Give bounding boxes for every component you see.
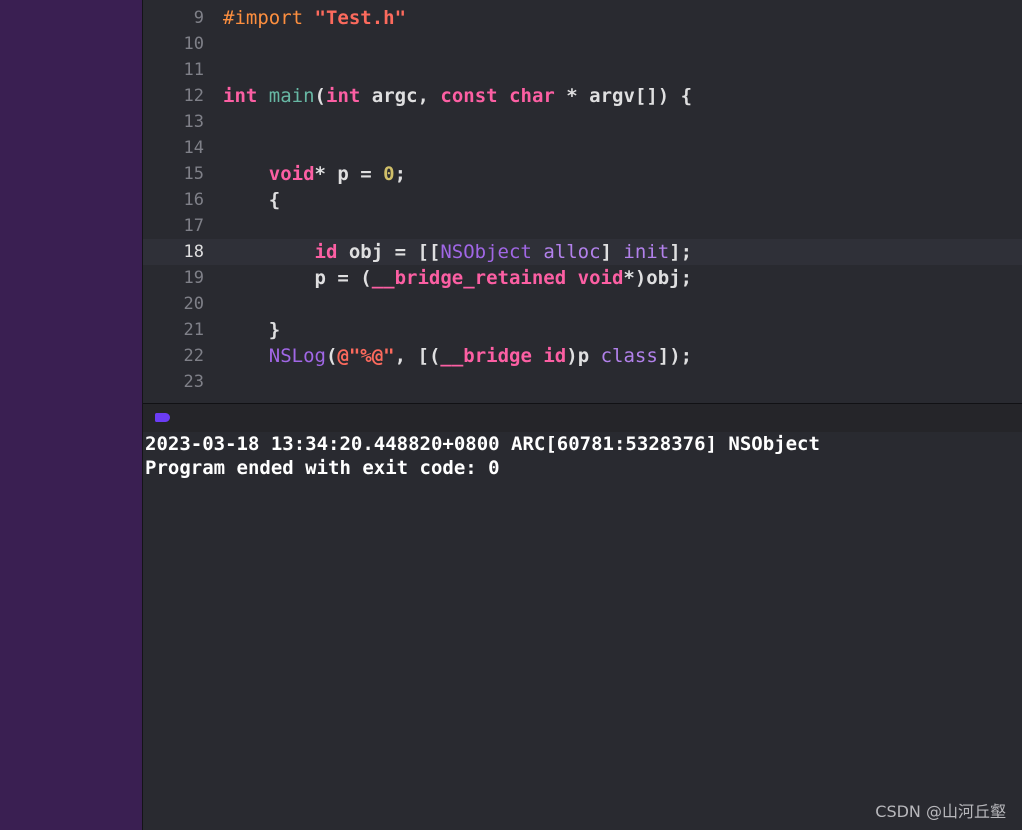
line-number: 11 xyxy=(183,60,204,80)
line-number: 13 xyxy=(183,112,204,132)
code-line-18-current[interactable]: 18 id obj = [[NSObject alloc] init]; xyxy=(143,239,1022,265)
line-number: 19 xyxy=(183,268,204,288)
code-text: } xyxy=(223,319,281,341)
code-line-13[interactable]: 13 xyxy=(143,109,1022,135)
code-text: void* p = 0; xyxy=(268,163,407,185)
code-line-19[interactable]: 19 p = (__bridge_retained void*)obj; xyxy=(143,265,1022,291)
code-line-16[interactable]: 16 { xyxy=(143,187,1022,213)
line-number: 15 xyxy=(183,164,204,184)
code-text: { xyxy=(223,189,281,211)
code-line-11[interactable]: 11 xyxy=(143,57,1022,83)
code-line-22[interactable]: 22 NSLog(@"%@", [(__bridge id)p class]); xyxy=(143,343,1022,369)
code-line-10[interactable]: 10 xyxy=(143,31,1022,57)
line-number: 21 xyxy=(183,320,204,340)
line-number: 16 xyxy=(183,190,204,210)
navigator-sidebar xyxy=(0,0,142,830)
watermark: CSDN @山河丘壑 xyxy=(875,802,1006,821)
code-text: NSLog(@"%@", [(__bridge id)p class]); xyxy=(268,345,693,367)
code-line-9[interactable]: 9 #import "Test.h" xyxy=(143,5,1022,31)
code-line-17[interactable]: 17 xyxy=(143,213,1022,239)
code-text: id obj = [[NSObject alloc] init]; xyxy=(314,241,693,263)
code-editor[interactable]: 9 #import "Test.h" 10 11 12 int main(int… xyxy=(143,0,1022,403)
debug-bar xyxy=(143,403,1022,433)
line-number: 12 xyxy=(183,86,204,106)
code-line-14[interactable]: 14 xyxy=(143,135,1022,161)
code-text: #import "Test.h" xyxy=(223,7,407,29)
console-output[interactable]: 2023-03-18 13:34:20.448820+0800 ARC[6078… xyxy=(143,432,1022,830)
code-line-23[interactable]: 23 xyxy=(143,369,1022,395)
console-line: 2023-03-18 13:34:20.448820+0800 ARC[6078… xyxy=(145,433,820,455)
line-number: 20 xyxy=(183,294,204,314)
line-number: 23 xyxy=(183,372,204,392)
line-number: 18 xyxy=(183,242,204,262)
line-number: 22 xyxy=(183,346,204,366)
code-text: p = (__bridge_retained void*)obj; xyxy=(223,267,693,289)
code-line-12[interactable]: 12 int main(int argc, const char * argv[… xyxy=(143,83,1022,109)
code-line-21[interactable]: 21 } xyxy=(143,317,1022,343)
code-line-15[interactable]: 15 void* p = 0; xyxy=(143,161,1022,187)
code-text: int main(int argc, const char * argv[]) … xyxy=(223,85,693,107)
line-number: 9 xyxy=(193,8,204,28)
line-number: 17 xyxy=(183,216,204,236)
console-line: Program ended with exit code: 0 xyxy=(145,457,500,479)
output-filter-icon[interactable] xyxy=(155,413,170,422)
line-number: 10 xyxy=(183,34,204,54)
line-number: 14 xyxy=(183,138,204,158)
code-line-20[interactable]: 20 xyxy=(143,291,1022,317)
